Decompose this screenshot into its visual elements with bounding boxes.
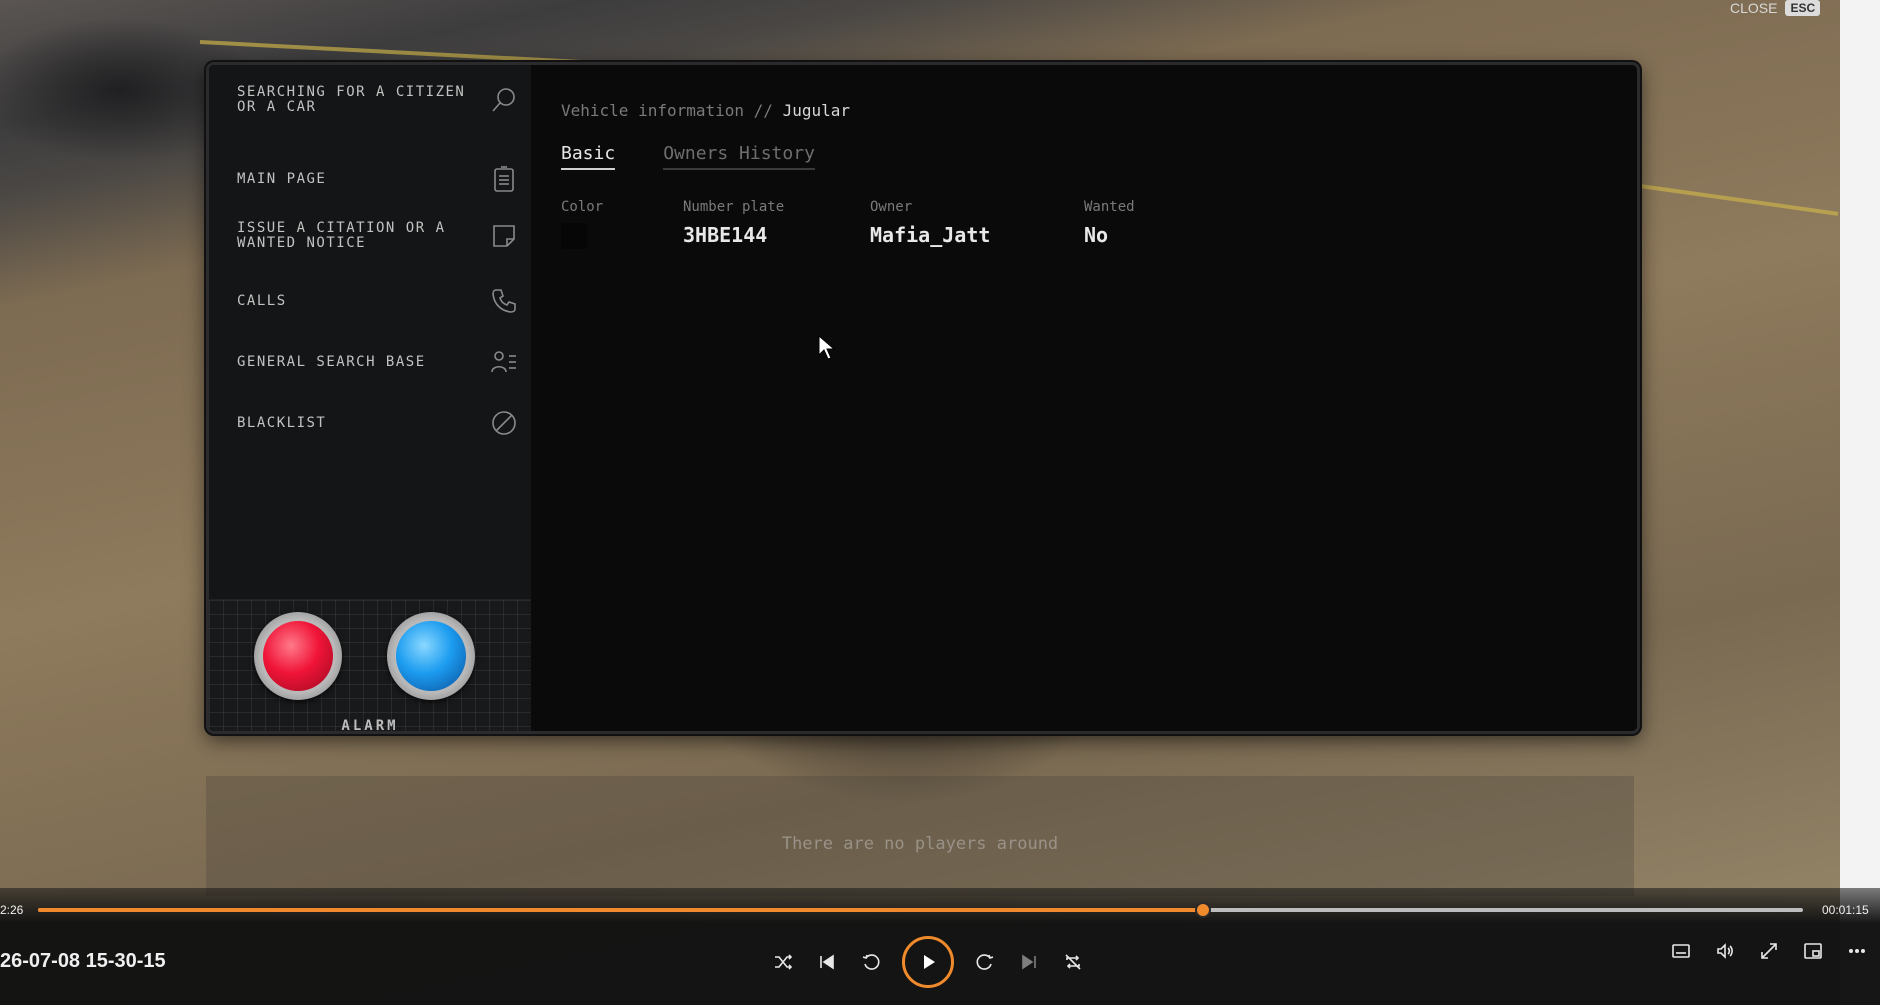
mdt-tablet: SEARCHING FOR A CITIZEN OR A CAR MAIN PA… — [206, 62, 1640, 734]
alarm-red-button[interactable] — [254, 612, 342, 700]
alarm-panel: ALARM — [209, 599, 531, 734]
user-list-icon — [489, 347, 519, 377]
plate-label: Number plate — [683, 199, 785, 215]
remaining-time: 00:01:15 — [1822, 903, 1869, 917]
sidebar-item-label: SEARCHING FOR A CITIZEN OR A CAR — [237, 84, 466, 115]
note-icon — [489, 221, 519, 251]
plate-field: Number plate 3HBE144 — [683, 199, 784, 247]
subtitles-icon[interactable] — [1668, 938, 1694, 964]
sidebar-item-blacklist[interactable]: BLACKLIST — [237, 408, 519, 438]
window-edge — [1840, 0, 1880, 1005]
mini-player-icon[interactable] — [1800, 938, 1826, 964]
close-label: CLOSE — [1730, 0, 1778, 16]
tab-basic[interactable]: Basic — [561, 143, 616, 170]
color-field: Color — [561, 199, 603, 249]
vehicle-info-panel: Vehicle information // Jugular Basic Own… — [531, 65, 1637, 731]
sidebar-item-label: MAIN PAGE — [237, 170, 327, 187]
media-filename: 26-07-08 15-30-15 — [0, 950, 166, 972]
owner-field: Owner Mafia_Jatt — [870, 199, 990, 247]
secondary-controls — [1668, 938, 1870, 964]
previous-track-icon[interactable] — [814, 949, 840, 975]
forward-30-icon[interactable] — [972, 949, 998, 975]
breadcrumb: Vehicle information // Jugular — [561, 101, 850, 120]
sidebar-item-search[interactable]: SEARCHING FOR A CITIZEN OR A CAR — [237, 85, 519, 115]
no-players-message: There are no players around — [781, 834, 1059, 854]
sidebar-item-citation[interactable]: ISSUE A CITATION OR A WANTED NOTICE — [237, 221, 519, 251]
ban-icon — [489, 408, 519, 438]
alarm-label: ALARM — [341, 718, 399, 734]
phone-icon — [489, 286, 519, 316]
volume-icon[interactable] — [1712, 938, 1738, 964]
color-swatch — [561, 223, 587, 249]
nearby-players-panel: There are no players around — [206, 776, 1634, 896]
road-marking — [1639, 184, 1839, 216]
breadcrumb-current: Jugular — [782, 101, 850, 120]
alarm-blue-button[interactable] — [387, 612, 475, 700]
wanted-field: Wanted No — [1084, 199, 1135, 247]
fullscreen-icon[interactable] — [1756, 938, 1782, 964]
play-icon — [924, 955, 935, 969]
playback-controls — [770, 936, 1086, 988]
sidebar-item-label: CALLS — [237, 292, 287, 309]
tab-owners-history[interactable]: Owners History — [663, 143, 815, 170]
mouse-cursor-icon — [818, 335, 836, 360]
repeat-off-icon[interactable] — [1060, 949, 1086, 975]
close-hint[interactable]: CLOSE ESC — [1730, 0, 1821, 16]
alarm-blue-light — [396, 621, 466, 691]
sidebar-item-label: ISSUE A CITATION OR A WANTED NOTICE — [237, 220, 446, 251]
media-player-bar: 2:26 00:01:15 26-07-08 15-30-15 — [0, 888, 1880, 1005]
color-label: Color — [561, 199, 604, 215]
alarm-red-light — [263, 621, 333, 691]
plate-value: 3HBE144 — [683, 223, 768, 247]
more-options-icon[interactable] — [1844, 938, 1870, 964]
next-track-icon[interactable] — [1016, 949, 1042, 975]
sidebar-item-label: GENERAL SEARCH BASE — [237, 353, 426, 370]
breadcrumb-section: Vehicle information // — [561, 101, 773, 120]
sidebar-item-calls[interactable]: CALLS — [237, 286, 519, 316]
play-button[interactable] — [902, 936, 954, 988]
wanted-value: No — [1084, 223, 1109, 247]
sidebar-item-main-page[interactable]: MAIN PAGE — [237, 164, 519, 194]
esc-key-badge: ESC — [1785, 0, 1821, 16]
seek-bar-progress — [38, 908, 1203, 912]
sidebar-item-label: BLACKLIST — [237, 414, 327, 431]
seek-bar[interactable] — [38, 902, 1803, 918]
sidebar-item-general-search[interactable]: GENERAL SEARCH BASE — [237, 347, 519, 377]
sidebar: SEARCHING FOR A CITIZEN OR A CAR MAIN PA… — [209, 65, 532, 731]
seek-thumb[interactable] — [1194, 902, 1211, 918]
rewind-10-icon[interactable] — [858, 949, 884, 975]
shuffle-icon[interactable] — [770, 949, 796, 975]
wanted-label: Wanted — [1084, 199, 1135, 215]
clipboard-icon — [489, 164, 519, 194]
owner-label: Owner — [870, 199, 913, 215]
tab-bar: Basic Owners History — [561, 143, 815, 170]
owner-value: Mafia_Jatt — [870, 223, 991, 247]
elapsed-time: 2:26 — [0, 903, 24, 917]
search-icon — [489, 85, 519, 115]
